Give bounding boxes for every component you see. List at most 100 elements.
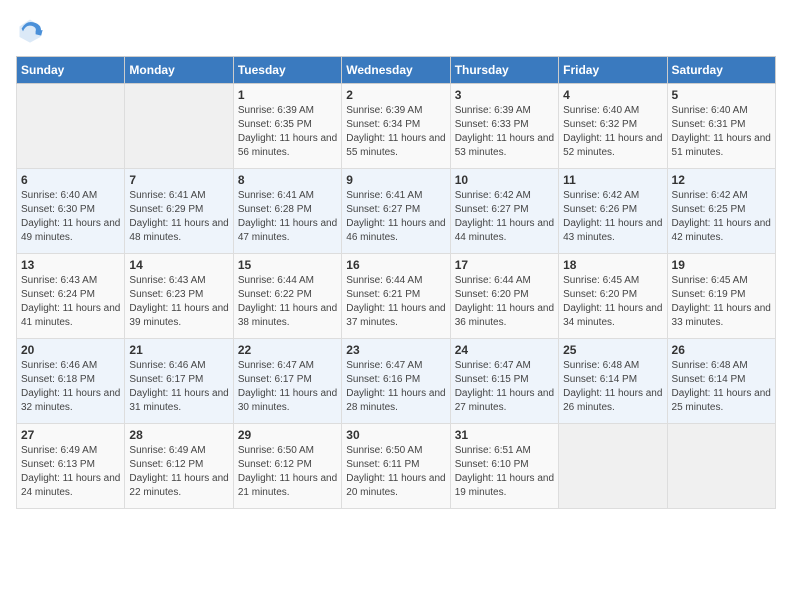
day-info: Sunrise: 6:48 AM Sunset: 6:14 PM Dayligh…: [563, 359, 662, 415]
day-info: Sunrise: 6:50 AM Sunset: 6:12 PM Dayligh…: [238, 444, 337, 500]
day-info: Sunrise: 6:44 AM Sunset: 6:21 PM Dayligh…: [346, 274, 445, 330]
header-monday: Monday: [125, 57, 233, 84]
day-number: 30: [346, 428, 445, 442]
calendar-cell: 5 Sunrise: 6:40 AM Sunset: 6:31 PM Daylig…: [667, 84, 775, 169]
page-header: [16, 16, 776, 44]
day-number: 23: [346, 343, 445, 357]
day-info: Sunrise: 6:46 AM Sunset: 6:17 PM Dayligh…: [129, 359, 228, 415]
day-number: 1: [238, 88, 337, 102]
day-info: Sunrise: 6:42 AM Sunset: 6:25 PM Dayligh…: [672, 189, 771, 245]
calendar-cell: 3Sunrise: 6:39 AM Sunset: 6:33 PM Daylig…: [450, 84, 558, 169]
day-number: 15: [238, 258, 337, 272]
day-info: Sunrise: 6:50 AM Sunset: 6:11 PM Dayligh…: [346, 444, 445, 500]
calendar-cell: 19 Sunrise: 6:45 AM Sunset: 6:19 PM Dayli…: [667, 254, 775, 339]
day-number: 11: [563, 173, 662, 187]
day-info: Sunrise: 6:45 AM Sunset: 6:20 PM Dayligh…: [563, 274, 662, 330]
day-info: Sunrise: 6:44 AM Sunset: 6:22 PM Dayligh…: [238, 274, 337, 330]
day-number: 13: [21, 258, 120, 272]
day-number: 25: [563, 343, 662, 357]
day-number: 21: [129, 343, 228, 357]
day-info: Sunrise: 6:47 AM Sunset: 6:17 PM Dayligh…: [238, 359, 337, 415]
calendar-cell: 1 Sunrise: 6:39 AM Sunset: 6:35 PM Daylig…: [233, 84, 341, 169]
day-info: Sunrise: 6:47 AM Sunset: 6:16 PM Dayligh…: [346, 359, 445, 415]
day-number: 7: [129, 173, 228, 187]
day-info: Sunrise: 6:39 AM Sunset: 6:33 PM Dayligh…: [455, 104, 554, 160]
calendar-cell: 6 Sunrise: 6:40 AM Sunset: 6:30 PM Daylig…: [17, 169, 125, 254]
day-info: Sunrise: 6:44 AM Sunset: 6:20 PM Dayligh…: [455, 274, 554, 330]
header-friday: Friday: [559, 57, 667, 84]
calendar-cell: 30 Sunrise: 6:50 AM Sunset: 6:11 PM Dayli…: [342, 424, 450, 509]
calendar-cell: 27Sunrise: 6:49 AM Sunset: 6:13 PM Dayli…: [17, 424, 125, 509]
week-row-1: 1 Sunrise: 6:39 AM Sunset: 6:35 PM Daylig…: [17, 84, 776, 169]
calendar-cell: 2Sunrise: 6:39 AM Sunset: 6:34 PM Daylig…: [342, 84, 450, 169]
day-number: 24: [455, 343, 554, 357]
day-info: Sunrise: 6:42 AM Sunset: 6:27 PM Dayligh…: [455, 189, 554, 245]
day-number: 29: [238, 428, 337, 442]
day-number: 27: [21, 428, 120, 442]
calendar-cell: 18 Sunrise: 6:45 AM Sunset: 6:20 PM Dayli…: [559, 254, 667, 339]
logo-icon: [16, 16, 44, 44]
calendar-cell: 9Sunrise: 6:41 AM Sunset: 6:27 PM Daylig…: [342, 169, 450, 254]
calendar-cell: 26 Sunrise: 6:48 AM Sunset: 6:14 PM Dayli…: [667, 339, 775, 424]
day-number: 18: [563, 258, 662, 272]
calendar-cell: 8 Sunrise: 6:41 AM Sunset: 6:28 PM Daylig…: [233, 169, 341, 254]
calendar-cell: [667, 424, 775, 509]
day-number: 4: [563, 88, 662, 102]
calendar-cell: 11 Sunrise: 6:42 AM Sunset: 6:26 PM Dayli…: [559, 169, 667, 254]
day-info: Sunrise: 6:39 AM Sunset: 6:35 PM Dayligh…: [238, 104, 337, 160]
calendar-cell: [559, 424, 667, 509]
day-number: 14: [129, 258, 228, 272]
day-info: Sunrise: 6:45 AM Sunset: 6:19 PM Dayligh…: [672, 274, 771, 330]
day-number: 8: [238, 173, 337, 187]
day-info: Sunrise: 6:40 AM Sunset: 6:31 PM Dayligh…: [672, 104, 771, 160]
day-info: Sunrise: 6:40 AM Sunset: 6:30 PM Dayligh…: [21, 189, 120, 245]
day-number: 5: [672, 88, 771, 102]
header-wednesday: Wednesday: [342, 57, 450, 84]
day-number: 26: [672, 343, 771, 357]
calendar-cell: 21 Sunrise: 6:46 AM Sunset: 6:17 PM Dayli…: [125, 339, 233, 424]
day-info: Sunrise: 6:40 AM Sunset: 6:32 PM Dayligh…: [563, 104, 662, 160]
day-info: Sunrise: 6:43 AM Sunset: 6:23 PM Dayligh…: [129, 274, 228, 330]
header-saturday: Saturday: [667, 57, 775, 84]
day-info: Sunrise: 6:41 AM Sunset: 6:27 PM Dayligh…: [346, 189, 445, 245]
day-info: Sunrise: 6:46 AM Sunset: 6:18 PM Dayligh…: [21, 359, 120, 415]
calendar-cell: 28 Sunrise: 6:49 AM Sunset: 6:12 PM Dayli…: [125, 424, 233, 509]
day-number: 22: [238, 343, 337, 357]
calendar-cell: [125, 84, 233, 169]
calendar-cell: 31Sunrise: 6:51 AM Sunset: 6:10 PM Dayli…: [450, 424, 558, 509]
day-info: Sunrise: 6:43 AM Sunset: 6:24 PM Dayligh…: [21, 274, 120, 330]
calendar-cell: 10 Sunrise: 6:42 AM Sunset: 6:27 PM Dayli…: [450, 169, 558, 254]
day-number: 12: [672, 173, 771, 187]
calendar-cell: 12 Sunrise: 6:42 AM Sunset: 6:25 PM Dayli…: [667, 169, 775, 254]
header-row: SundayMondayTuesdayWednesdayThursdayFrid…: [17, 57, 776, 84]
calendar-cell: [17, 84, 125, 169]
day-info: Sunrise: 6:41 AM Sunset: 6:28 PM Dayligh…: [238, 189, 337, 245]
calendar-cell: 16 Sunrise: 6:44 AM Sunset: 6:21 PM Dayli…: [342, 254, 450, 339]
day-number: 16: [346, 258, 445, 272]
calendar-cell: 22 Sunrise: 6:47 AM Sunset: 6:17 PM Dayli…: [233, 339, 341, 424]
calendar-cell: 17Sunrise: 6:44 AM Sunset: 6:20 PM Dayli…: [450, 254, 558, 339]
calendar-header: SundayMondayTuesdayWednesdayThursdayFrid…: [17, 57, 776, 84]
day-info: Sunrise: 6:49 AM Sunset: 6:12 PM Dayligh…: [129, 444, 228, 500]
logo: [16, 16, 48, 44]
day-info: Sunrise: 6:48 AM Sunset: 6:14 PM Dayligh…: [672, 359, 771, 415]
week-row-5: 27Sunrise: 6:49 AM Sunset: 6:13 PM Dayli…: [17, 424, 776, 509]
day-info: Sunrise: 6:47 AM Sunset: 6:15 PM Dayligh…: [455, 359, 554, 415]
day-number: 10: [455, 173, 554, 187]
calendar-cell: 25 Sunrise: 6:48 AM Sunset: 6:14 PM Dayli…: [559, 339, 667, 424]
week-row-4: 20Sunrise: 6:46 AM Sunset: 6:18 PM Dayli…: [17, 339, 776, 424]
header-tuesday: Tuesday: [233, 57, 341, 84]
calendar-cell: 24 Sunrise: 6:47 AM Sunset: 6:15 PM Dayli…: [450, 339, 558, 424]
day-info: Sunrise: 6:42 AM Sunset: 6:26 PM Dayligh…: [563, 189, 662, 245]
calendar-table: SundayMondayTuesdayWednesdayThursdayFrid…: [16, 56, 776, 509]
calendar-cell: 14 Sunrise: 6:43 AM Sunset: 6:23 PM Dayli…: [125, 254, 233, 339]
day-info: Sunrise: 6:51 AM Sunset: 6:10 PM Dayligh…: [455, 444, 554, 500]
day-number: 19: [672, 258, 771, 272]
calendar-cell: 15 Sunrise: 6:44 AM Sunset: 6:22 PM Dayli…: [233, 254, 341, 339]
header-thursday: Thursday: [450, 57, 558, 84]
day-number: 28: [129, 428, 228, 442]
calendar-body: 1 Sunrise: 6:39 AM Sunset: 6:35 PM Daylig…: [17, 84, 776, 509]
day-number: 6: [21, 173, 120, 187]
week-row-2: 6 Sunrise: 6:40 AM Sunset: 6:30 PM Daylig…: [17, 169, 776, 254]
calendar-cell: 29 Sunrise: 6:50 AM Sunset: 6:12 PM Dayli…: [233, 424, 341, 509]
